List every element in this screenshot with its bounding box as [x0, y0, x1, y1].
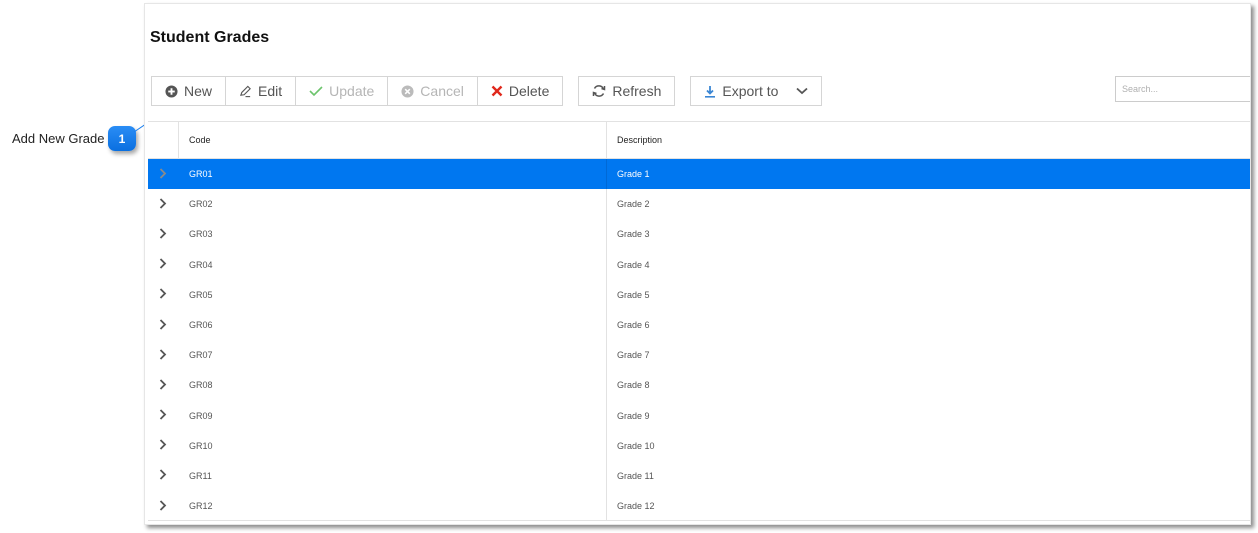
table-row[interactable]: GR12 Grade 12	[148, 491, 1250, 522]
cell-code: GR03	[179, 219, 607, 250]
cell-description: Grade 10	[617, 440, 655, 451]
chevron-right-icon	[159, 228, 167, 241]
table-row[interactable]: GR04 Grade 4	[148, 249, 1250, 280]
expand-row-button[interactable]	[148, 491, 179, 521]
table-row[interactable]: GR08 Grade 8	[148, 370, 1250, 401]
expand-column-header	[148, 122, 179, 158]
table-row[interactable]: GR07 Grade 7	[148, 340, 1250, 371]
column-header-description[interactable]: Description	[607, 122, 662, 158]
grades-grid: Code Description GR01 Grade 1 GR02 Grade 2G…	[148, 121, 1250, 522]
chevron-right-icon	[159, 500, 167, 513]
download-icon	[704, 85, 716, 98]
cell-code: GR11	[179, 460, 607, 492]
table-row[interactable]: GR09 Grade 9	[148, 400, 1250, 431]
chevron-right-icon	[159, 379, 167, 392]
grid-bottom-border	[148, 520, 1250, 521]
chevron-right-icon	[159, 439, 167, 452]
cell-code: GR02	[179, 189, 607, 220]
expand-row-button[interactable]	[148, 340, 179, 370]
cell-code: GR01	[179, 159, 607, 190]
cell-description: Grade 12	[617, 501, 655, 512]
expand-row-button[interactable]	[148, 461, 179, 491]
cell-code: GR05	[179, 279, 607, 310]
cell-code: GR12	[179, 491, 607, 522]
delete-button[interactable]: Delete	[477, 77, 563, 105]
cell-description: Grade 8	[617, 380, 650, 391]
cell-description: Grade 3	[617, 229, 650, 240]
edit-button-group: New Edit Update Cancel Delete	[151, 76, 564, 106]
table-row[interactable]: GR11 Grade 11	[148, 460, 1250, 492]
pencil-icon	[239, 85, 252, 98]
expand-row-button[interactable]	[148, 219, 179, 249]
refresh-button[interactable]: Refresh	[578, 76, 676, 106]
cell-description: Grade 11	[617, 470, 654, 481]
grid-toolbar: New Edit Update Cancel Delete Refresh Ex…	[151, 76, 823, 106]
cell-code: GR09	[179, 400, 607, 431]
update-button-label: Update	[329, 83, 375, 99]
cell-description: Grade 9	[617, 410, 650, 421]
plus-circle-icon	[165, 84, 178, 98]
cancel-button[interactable]: Cancel	[388, 77, 478, 105]
callout-badge: 1	[108, 126, 136, 151]
chevron-right-icon	[159, 318, 167, 332]
edit-button[interactable]: Edit	[226, 77, 297, 105]
expand-row-button[interactable]	[148, 159, 179, 189]
page-title: Student Grades	[150, 29, 270, 46]
new-button[interactable]: New	[152, 77, 227, 105]
column-header-code[interactable]: Code	[179, 122, 607, 158]
cell-code: GR06	[179, 309, 607, 341]
grid-header-row: Code Description	[148, 122, 1250, 159]
expand-row-button[interactable]	[148, 189, 179, 219]
delete-x-icon	[491, 85, 503, 97]
refresh-button-label: Refresh	[612, 83, 662, 99]
cell-description: Grade 1	[617, 169, 650, 180]
cancel-circle-icon	[401, 84, 414, 98]
expand-row-button[interactable]	[148, 280, 179, 310]
grid-body: GR01 Grade 1 GR02 Grade 2 GR03 Grade 3 GR04 Gra…	[148, 159, 1250, 522]
chevron-right-icon	[159, 198, 167, 211]
table-row[interactable]: GR06 Grade 6	[148, 309, 1250, 341]
delete-button-label: Delete	[508, 83, 550, 99]
table-row[interactable]: GR01 Grade 1	[148, 159, 1250, 190]
cell-description: Grade 6	[617, 320, 650, 331]
table-row[interactable]: GR10 Grade 10	[148, 430, 1250, 461]
chevron-right-icon	[159, 349, 167, 362]
chevron-right-icon	[159, 288, 167, 301]
cell-code: GR10	[179, 430, 607, 461]
cell-code: GR04	[179, 249, 607, 280]
expand-row-button[interactable]	[148, 310, 179, 340]
search-input[interactable]	[1115, 76, 1250, 102]
callout-label: Add New Grade	[12, 131, 105, 146]
cell-code: GR08	[179, 370, 607, 401]
chevron-right-icon	[159, 258, 167, 271]
check-icon	[309, 85, 323, 97]
chevron-down-icon	[796, 87, 809, 95]
update-button[interactable]: Update	[296, 77, 389, 105]
student-grades-panel: Student Grades New Edit Update Cancel De…	[144, 3, 1251, 525]
cell-code: GR07	[179, 340, 607, 371]
refresh-icon	[592, 84, 606, 98]
chevron-right-icon	[159, 409, 167, 422]
export-button-label: Export to	[722, 83, 779, 99]
chevron-right-icon	[159, 167, 167, 181]
chevron-right-icon	[159, 469, 167, 482]
export-dropdown-button[interactable]: Export to	[690, 76, 823, 106]
expand-row-button[interactable]	[148, 401, 179, 431]
expand-row-button[interactable]	[148, 431, 179, 461]
new-button-label: New	[184, 83, 213, 99]
table-row[interactable]: GR03 Grade 3	[148, 219, 1250, 250]
cell-description: Grade 4	[617, 259, 650, 270]
table-row[interactable]: GR02 Grade 2	[148, 189, 1250, 220]
expand-row-button[interactable]	[148, 250, 179, 280]
callout-number: 1	[118, 131, 126, 146]
table-row[interactable]: GR05 Grade 5	[148, 279, 1250, 310]
edit-button-label: Edit	[258, 83, 283, 99]
cell-description: Grade 7	[617, 350, 650, 361]
cell-description: Grade 5	[617, 289, 650, 300]
cancel-button-label: Cancel	[420, 83, 464, 99]
expand-row-button[interactable]	[148, 370, 179, 400]
cell-description: Grade 2	[617, 199, 650, 210]
